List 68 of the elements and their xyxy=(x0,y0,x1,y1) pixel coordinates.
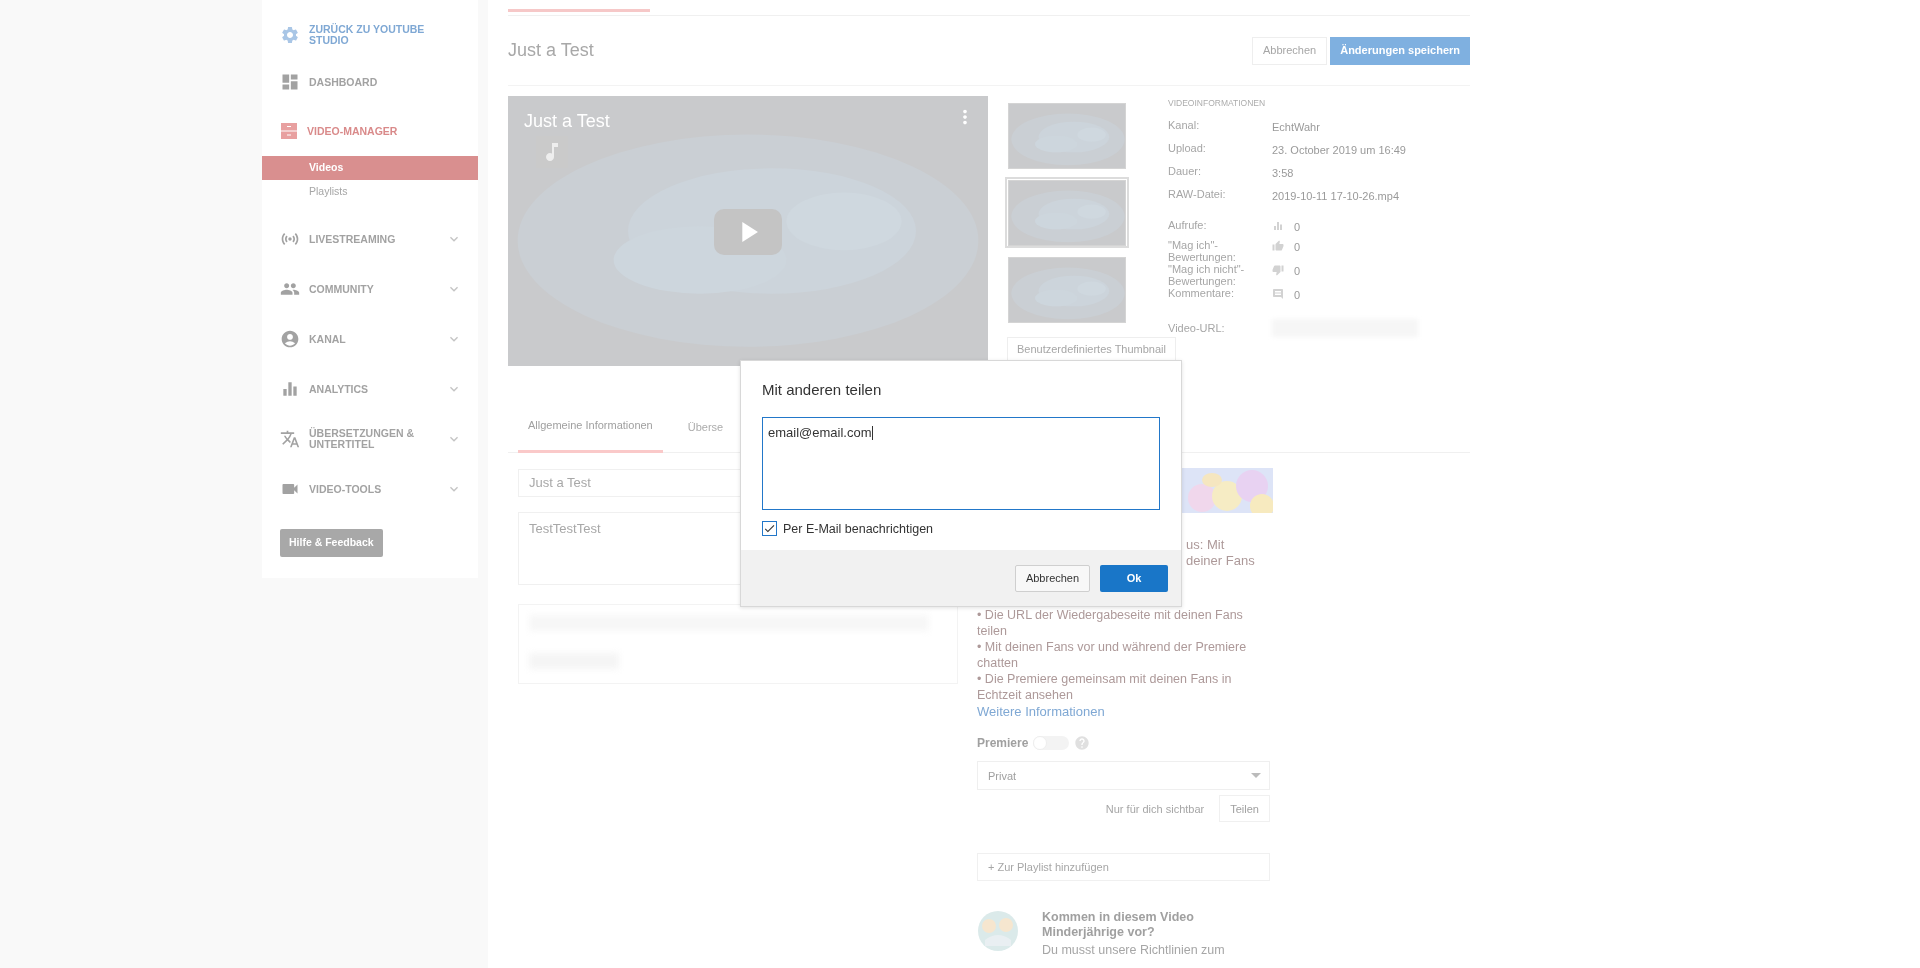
info-label: Video-URL: xyxy=(1168,321,1226,334)
tags-field[interactable] xyxy=(518,604,958,684)
sidebar-subitem[interactable]: Playlists xyxy=(262,180,478,204)
privacy-select[interactable]: Privat xyxy=(977,761,1270,790)
gear-icon xyxy=(280,25,300,45)
thumbs-up-icon xyxy=(1272,239,1284,252)
info-value: EchtWahr xyxy=(1272,119,1320,135)
sidebar-item[interactable]: COMMUNITY xyxy=(262,264,478,314)
minors-title: Kommen in diesem Video Minderjährige vor? xyxy=(1042,910,1195,940)
info-value: 2019-10-11 17-10-26.mp4 xyxy=(1272,188,1399,204)
info-label: "Mag ich nicht"-Bewertungen: xyxy=(1168,262,1246,287)
text-fragment: deiner Fans xyxy=(1186,553,1255,569)
dashboard-icon xyxy=(280,72,300,92)
info-value: 3:58 xyxy=(1272,165,1294,181)
info-label: "Mag ich"-Bewertungen: xyxy=(1168,238,1237,263)
info-label: Upload: xyxy=(1168,141,1207,154)
stat-value: 0 xyxy=(1294,287,1301,303)
dialog-cancel-button[interactable]: Abbrechen xyxy=(1015,564,1090,592)
bar-chart-icon xyxy=(280,379,300,399)
info-label: RAW-Datei: xyxy=(1168,187,1227,200)
info-label: Dauer: xyxy=(1168,164,1203,177)
bullet-text: • Die URL der Wiedergabeseite mit deinen Fans teilen xyxy=(977,607,1244,639)
share-button[interactable]: Teilen xyxy=(1219,795,1270,822)
stat-value: 0 xyxy=(1294,239,1301,255)
minors-text: Du musst unsere Richtlinien zum xyxy=(1042,943,1226,958)
notify-checkbox[interactable] xyxy=(762,521,777,537)
dropdown-arrow-icon xyxy=(1251,773,1261,778)
cancel-button[interactable]: Abbrechen xyxy=(1252,36,1328,65)
email-field[interactable]: email@email.com xyxy=(762,416,1160,510)
sidebar-subitem[interactable]: Videos xyxy=(262,156,478,180)
stat-value: 0 xyxy=(1294,263,1301,279)
ok-button[interactable]: Ok xyxy=(1100,564,1168,592)
sidebar-item[interactable]: LIVESTREAMING xyxy=(262,214,478,264)
help-icon[interactable] xyxy=(1074,735,1091,751)
more-info-link[interactable]: Weitere Informationen xyxy=(977,704,1105,720)
sidebar-item[interactable]: DASHBOARD xyxy=(262,58,478,106)
account-icon xyxy=(280,329,300,349)
bullet-text: • Mit deinen Fans vor und während der Premiere chatten xyxy=(977,639,1248,671)
section-heading: VIDEOINFORMATIONEN xyxy=(1168,97,1267,110)
sidebar-item[interactable]: ÜBERSETZUNGEN & UNTERTITEL xyxy=(262,414,478,464)
sidebar-item[interactable]: VIDEO-TOOLS xyxy=(262,464,478,514)
sidebar-item[interactable]: ANALYTICS xyxy=(262,364,478,414)
info-label: Kanal: xyxy=(1168,118,1201,131)
save-button[interactable]: Änderungen speichern xyxy=(1330,36,1470,65)
text-fragment: us: Mit xyxy=(1186,537,1225,553)
tab[interactable]: Allgemeine Informationen xyxy=(518,401,663,453)
stat-value: 0 xyxy=(1294,219,1301,235)
comment-icon xyxy=(1272,287,1284,300)
dialog-title: Mit anderen teilen xyxy=(762,380,883,400)
thumbs-down-icon xyxy=(1272,263,1284,276)
bar-chart-icon xyxy=(1272,219,1284,232)
bullet-text: • Die Premiere gemeinsam mit deinen Fans in Echtzeit ansehen xyxy=(977,671,1233,703)
back-link[interactable]: ZURÜCK ZU YOUTUBE STUDIO xyxy=(262,12,478,58)
tab[interactable]: Überse xyxy=(677,401,734,453)
info-label: Kommentare: xyxy=(1168,286,1236,299)
info-label: Aufrufe: xyxy=(1168,218,1208,231)
translate-icon xyxy=(280,429,300,449)
info-value: 23. October 2019 um 16:49 xyxy=(1272,142,1406,158)
sidebar-item[interactable]: VIDEO-MANAGER xyxy=(262,106,478,156)
help-feedback-button[interactable]: Hilfe & Feedback xyxy=(280,529,383,557)
video-title: Just a Test xyxy=(508,39,595,62)
drawer-icon xyxy=(280,122,298,140)
add-to-playlist-button[interactable]: + Zur Playlist hinzufügen xyxy=(977,853,1270,881)
sidebar-item[interactable]: KANAL xyxy=(262,314,478,364)
visibility-note: Nur für dich sichtbar xyxy=(1105,801,1205,817)
notify-label: Per E-Mail benachrichtigen xyxy=(783,520,934,538)
play-button[interactable] xyxy=(714,209,782,255)
premiere-label: Premiere xyxy=(977,735,1029,751)
